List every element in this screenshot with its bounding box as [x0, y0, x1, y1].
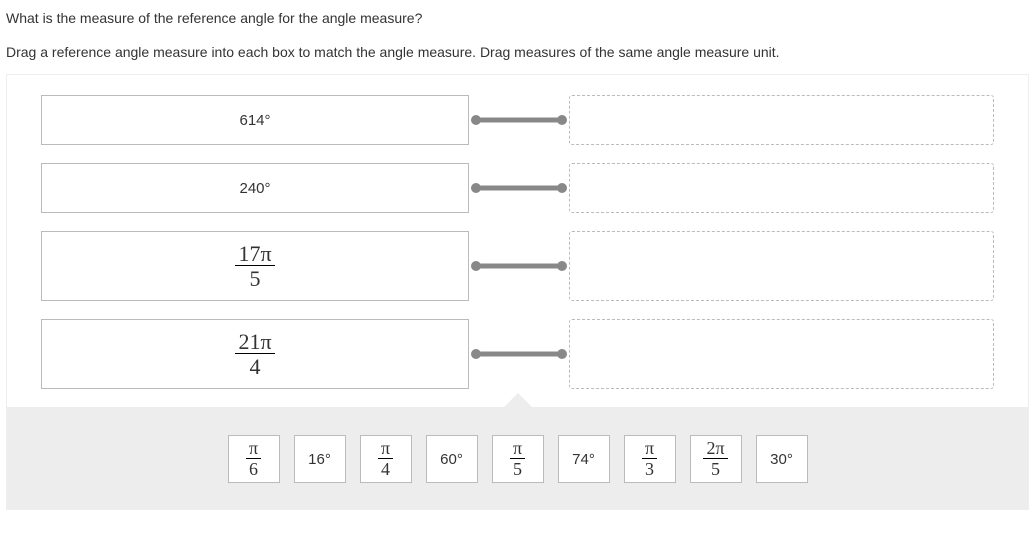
chip-label: 16°	[308, 451, 331, 468]
reference-angle-dropzone[interactable]	[569, 95, 994, 145]
instructions-text: Drag a reference angle measure into each…	[0, 44, 1035, 74]
fraction-denominator: 4	[381, 459, 390, 479]
angle-value-fraction: 17π 5	[235, 242, 274, 290]
chip-fraction: 2π 5	[703, 439, 727, 479]
match-row: 614°	[41, 95, 994, 145]
connector	[469, 259, 569, 273]
answer-chip[interactable]: 16°	[294, 435, 346, 483]
answer-chip[interactable]: π 5	[492, 435, 544, 483]
angle-measure-box: 21π 4	[41, 319, 469, 389]
reference-angle-dropzone[interactable]	[569, 319, 994, 389]
fraction-denominator: 5	[711, 459, 720, 479]
fraction-numerator: 2π	[703, 439, 727, 459]
answer-chip[interactable]: π 3	[624, 435, 676, 483]
reference-angle-dropzone[interactable]	[569, 231, 994, 301]
answer-chip[interactable]: 74°	[558, 435, 610, 483]
chip-label: 30°	[770, 451, 793, 468]
angle-value: 240°	[239, 180, 270, 197]
angle-value: 614°	[239, 112, 270, 129]
question-text: What is the measure of the reference ang…	[0, 0, 1035, 44]
chip-label: 60°	[440, 451, 463, 468]
fraction-numerator: 21π	[235, 330, 274, 354]
match-row: 21π 4	[41, 319, 994, 389]
fraction-numerator: π	[510, 439, 525, 459]
chip-fraction: π 3	[642, 439, 657, 479]
fraction-numerator: 17π	[235, 242, 274, 266]
tray-arrow-icon	[502, 393, 534, 409]
connector	[469, 113, 569, 127]
chip-fraction: π 5	[510, 439, 525, 479]
fraction-denominator: 5	[513, 459, 522, 479]
match-row: 240°	[41, 163, 994, 213]
fraction-numerator: π	[378, 439, 393, 459]
connector	[469, 347, 569, 361]
answer-chip[interactable]: 2π 5	[690, 435, 742, 483]
fraction-denominator: 6	[249, 459, 258, 479]
fraction-denominator: 3	[645, 459, 654, 479]
answer-chip[interactable]: 60°	[426, 435, 478, 483]
fraction-denominator: 4	[249, 354, 260, 378]
chip-fraction: π 4	[378, 439, 393, 479]
angle-measure-box: 17π 5	[41, 231, 469, 301]
angle-measure-box: 240°	[41, 163, 469, 213]
answer-tray: π 6 16° π 4 60° π 5	[7, 407, 1028, 509]
connector	[469, 181, 569, 195]
answer-tray-wrap: π 6 16° π 4 60° π 5	[7, 407, 1028, 509]
fraction-numerator: π	[642, 439, 657, 459]
chip-label: 74°	[572, 451, 595, 468]
answer-chip[interactable]: 30°	[756, 435, 808, 483]
fraction-numerator: π	[246, 439, 261, 459]
chip-fraction: π 6	[246, 439, 261, 479]
angle-measure-box: 614°	[41, 95, 469, 145]
answer-chip[interactable]: π 6	[228, 435, 280, 483]
match-row: 17π 5	[41, 231, 994, 301]
answer-chip[interactable]: π 4	[360, 435, 412, 483]
fraction-denominator: 5	[249, 266, 260, 290]
matching-workspace: 614° 240° 17π 5 21π 4	[6, 74, 1029, 510]
reference-angle-dropzone[interactable]	[569, 163, 994, 213]
angle-value-fraction: 21π 4	[235, 330, 274, 378]
